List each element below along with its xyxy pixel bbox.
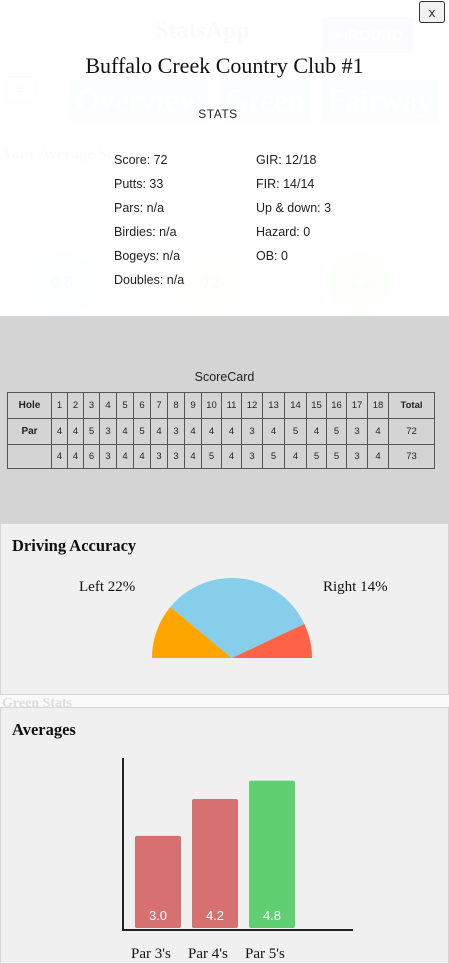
stat-doubles: Doubles: n/a	[114, 273, 185, 287]
hole-number-cell: 1	[51, 392, 68, 419]
hole-header: Hole	[7, 392, 52, 419]
stat-up-and-down: Up & down: 3	[256, 201, 332, 215]
par-cell: 5	[326, 418, 347, 445]
scorecard-section: ScoreCard Hole 1 2 3 4 5 6 7 8 9 10 11 12 13 14 15 16 17 1…	[0, 316, 449, 523]
score-cell: 4	[184, 444, 202, 469]
hole-number-cell: 15	[306, 392, 327, 419]
par-cell: 3	[346, 418, 368, 445]
score-cell: 5	[262, 444, 285, 469]
score-cell: 3	[346, 444, 368, 469]
x-axis-label: Par 4's	[188, 946, 228, 962]
score-cell: 4	[133, 444, 151, 469]
close-button[interactable]: x	[419, 1, 445, 23]
bar-2	[249, 780, 295, 928]
par-cell: 3	[241, 418, 263, 445]
par-cell: 4	[201, 418, 222, 445]
score-cell: 4	[67, 444, 84, 469]
stat-ob: OB: 0	[256, 249, 288, 263]
course-title: Buffalo Creek Country Club #1	[85, 53, 364, 78]
averages-title: Averages	[12, 720, 76, 739]
score-cell: 3	[99, 444, 117, 469]
par-cell: 3	[99, 418, 117, 445]
table-row-par: Par 4 4 5 3 4 5 4 3 4 4 4 3 4 5 4 5 3 4 72	[7, 418, 435, 445]
par-cell: 4	[51, 418, 68, 445]
score-cell: 4	[221, 444, 242, 469]
averages-x-labels: Par 3's Par 4's Par 5's	[1, 946, 449, 964]
hole-number-cell: 10	[201, 392, 222, 419]
hole-number-cell: 6	[133, 392, 151, 419]
par-cell: 3	[167, 418, 185, 445]
averages-section: Averages 3.0 4.2 4.8 Par 3's Par 4's Par 5's	[0, 707, 449, 964]
bar-value-label: 3.0	[149, 908, 167, 923]
par-cell: 4	[116, 418, 134, 445]
x-axis-label: Par 3's	[131, 946, 171, 962]
hole-number-cell: 16	[326, 392, 347, 419]
hole-number-cell: 8	[167, 392, 185, 419]
hole-number-cell: 9	[184, 392, 202, 419]
score-cell: 6	[83, 444, 100, 469]
par-cell: 4	[306, 418, 327, 445]
par-cell: 4	[221, 418, 242, 445]
score-label	[7, 444, 52, 469]
score-cell: 4	[116, 444, 134, 469]
table-row-score: 4 4 6 3 4 4 3 3 4 5 4 3 5 4 5 5 3 4 73	[7, 444, 435, 469]
score-cell: 3	[167, 444, 185, 469]
par-cell: 4	[150, 418, 168, 445]
hole-number-cell: 12	[241, 392, 263, 419]
hole-number-cell: 14	[284, 392, 307, 419]
stat-score: Score: 72	[114, 153, 168, 167]
total-header: Total	[388, 392, 435, 419]
driving-accuracy-gauge	[152, 578, 312, 658]
driving-accuracy-section: Driving Accuracy Left 22% Right 14%	[0, 523, 449, 695]
stat-fir: FIR: 14/14	[256, 177, 315, 191]
bar-value-label: 4.8	[263, 908, 281, 923]
hole-number-cell: 7	[150, 392, 168, 419]
score-total-cell: 73	[388, 444, 435, 469]
score-cell: 5	[306, 444, 327, 469]
par-cell: 4	[262, 418, 285, 445]
scorecard-table: Hole 1 2 3 4 5 6 7 8 9 10 11 12 13 14 15 16 17 18 Total Par…	[7, 392, 435, 469]
score-cell: 4	[51, 444, 68, 469]
driving-right-label: Right 14%	[323, 579, 388, 595]
hole-number-cell: 13	[262, 392, 285, 419]
table-row-holes: Hole 1 2 3 4 5 6 7 8 9 10 11 12 13 14 15 16 17 18 Total	[7, 392, 435, 419]
stats-right-column: GIR: 12/18 FIR: 14/14 Up & down: 3 Hazar…	[256, 151, 331, 271]
hole-number-cell: 17	[346, 392, 368, 419]
par-cell: 4	[367, 418, 389, 445]
stats-left-column: Score: 72 Putts: 33 Pars: n/a Birdies: n…	[114, 151, 184, 295]
par-cell: 4	[67, 418, 84, 445]
averages-bar-chart: 3.0 4.2 4.8	[122, 758, 353, 931]
score-cell: 3	[150, 444, 168, 469]
stat-birdies: Birdies: n/a	[114, 225, 177, 239]
hole-number-cell: 11	[221, 392, 242, 419]
stat-bogeys: Bogeys: n/a	[114, 249, 181, 263]
par-total-cell: 72	[388, 418, 435, 445]
hole-number-cell: 2	[67, 392, 84, 419]
stat-hazard: Hazard: 0	[256, 225, 311, 239]
x-axis-label: Par 5's	[245, 946, 285, 962]
stat-pars: Pars: n/a	[114, 201, 165, 215]
stats-modal	[0, 0, 440, 316]
score-cell: 4	[367, 444, 389, 469]
score-cell: 4	[284, 444, 307, 469]
par-cell: 5	[83, 418, 100, 445]
stat-gir: GIR: 12/18	[256, 153, 317, 167]
driving-accuracy-title: Driving Accuracy	[12, 536, 137, 555]
scorecard-title: ScoreCard	[194, 370, 255, 384]
hole-number-cell: 18	[367, 392, 389, 419]
hole-number-cell: 3	[83, 392, 100, 419]
par-label: Par	[7, 418, 52, 445]
score-cell: 3	[241, 444, 263, 469]
par-cell: 5	[284, 418, 307, 445]
hole-number-cell: 4	[99, 392, 117, 419]
bar-value-label: 4.2	[206, 908, 224, 923]
par-cell: 5	[133, 418, 151, 445]
hole-number-cell: 5	[116, 392, 134, 419]
score-cell: 5	[201, 444, 222, 469]
par-cell: 4	[184, 418, 202, 445]
stat-putts: Putts: 33	[114, 177, 164, 191]
driving-left-label: Left 22%	[79, 579, 136, 595]
stats-heading: STATS	[198, 107, 238, 121]
score-cell: 5	[326, 444, 347, 469]
